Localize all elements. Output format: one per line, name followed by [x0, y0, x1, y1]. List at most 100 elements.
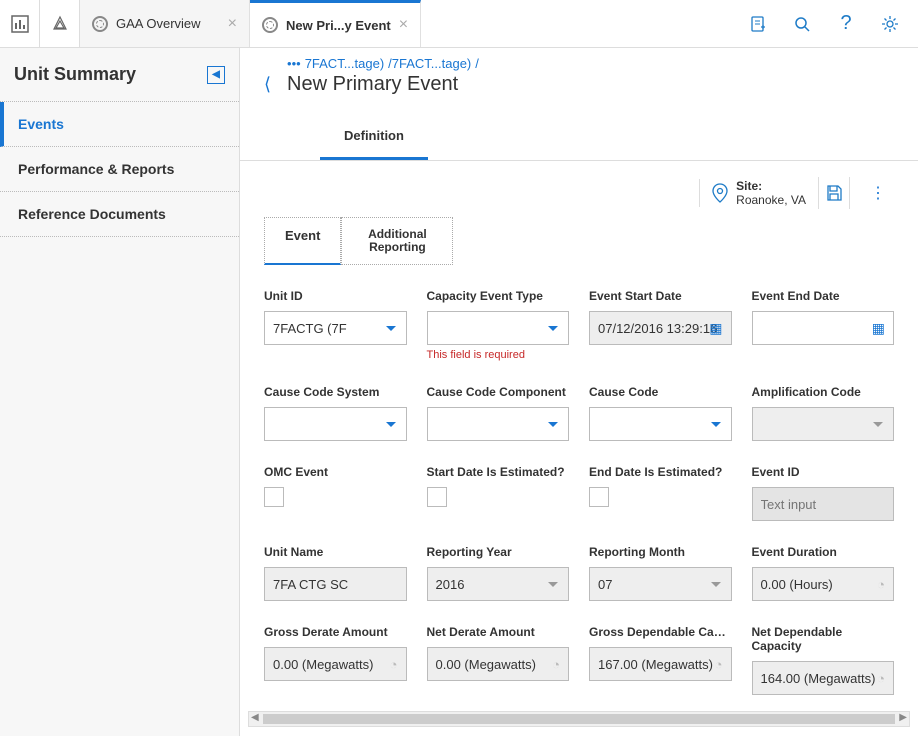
subtabs: Event Additional Reporting: [240, 217, 918, 265]
validation-error: This field is required: [427, 349, 570, 361]
breadcrumb-row: ⟨ ••• 7FACT...tage) /7FACT...tage) / New…: [240, 48, 918, 96]
cause-code-select[interactable]: [589, 407, 732, 441]
omc-event-checkbox[interactable]: [264, 487, 284, 507]
field-label: Gross Dependable Capa...: [589, 625, 732, 639]
cause-code-component-select[interactable]: [427, 407, 570, 441]
capacity-event-type-select[interactable]: [427, 311, 570, 345]
event-start-date-input[interactable]: 07/12/2016 13:29:16 ▦: [589, 311, 732, 345]
search-icon[interactable]: [782, 15, 822, 33]
help-icon[interactable]: ?: [826, 12, 866, 35]
event-end-date-input[interactable]: ▦: [752, 311, 895, 345]
field-label: Unit ID: [264, 289, 407, 303]
field-cause-code-system: Cause Code System: [264, 385, 407, 441]
field-omc-event: OMC Event: [264, 465, 407, 521]
field-gross-dependable: Gross Dependable Capa... 167.00 (Megawat…: [589, 625, 732, 695]
field-event-duration: Event Duration 0.00 (Hours) ◔: [752, 545, 895, 601]
sidebar-item-reference[interactable]: Reference Documents: [0, 192, 239, 237]
amplification-code-select[interactable]: [752, 407, 895, 441]
tab-icon: [92, 16, 108, 32]
field-label: Gross Derate Amount: [264, 625, 407, 639]
site-row: Site: Roanoke, VA ⋮: [240, 161, 918, 217]
tab-label: GAA Overview: [116, 16, 201, 31]
back-arrow-icon[interactable]: ⟨: [264, 56, 271, 95]
gear-icon[interactable]: [870, 14, 910, 34]
reporting-year-select: 2016: [427, 567, 570, 601]
field-label: Start Date Is Estimated?: [427, 465, 570, 479]
breadcrumb-dots: •••: [287, 56, 301, 71]
sidebar-item-label: Reference Documents: [18, 206, 166, 222]
field-label: Net Dependable Capacity: [752, 625, 895, 653]
event-id-input: [752, 487, 895, 521]
sidebar-collapse-icon[interactable]: ◀: [207, 66, 225, 84]
field-label: Cause Code System: [264, 385, 407, 399]
field-label: Cause Code Component: [427, 385, 570, 399]
breadcrumb[interactable]: ••• 7FACT...tage) /7FACT...tage) /: [287, 56, 894, 71]
field-label: Unit Name: [264, 545, 407, 559]
field-gross-derate: Gross Derate Amount 0.00 (Megawatts) ◔: [264, 625, 407, 695]
field-label: Event End Date: [752, 289, 895, 303]
tab-definition[interactable]: Definition: [320, 114, 428, 160]
close-icon[interactable]: ×: [399, 16, 408, 34]
unit-id-select[interactable]: 7FACTG (7F: [264, 311, 407, 345]
field-unit-id: Unit ID 7FACTG (7F: [264, 289, 407, 361]
net-dependable-input: 164.00 (Megawatts) ◔: [752, 661, 895, 695]
field-cause-code: Cause Code: [589, 385, 732, 441]
field-start-estimated: Start Date Is Estimated?: [427, 465, 570, 521]
site-value: Roanoke, VA: [736, 193, 806, 207]
sidebar-item-events[interactable]: Events: [0, 102, 239, 147]
end-estimated-checkbox[interactable]: [589, 487, 609, 507]
field-event-start-date: Event Start Date 07/12/2016 13:29:16 ▦: [589, 289, 732, 361]
tab-gaa-overview[interactable]: GAA Overview ×: [80, 0, 250, 47]
field-label: End Date Is Estimated?: [589, 465, 732, 479]
form-area: Unit ID 7FACTG (7F Capacity Event Type T…: [240, 265, 918, 711]
tab-new-primary-event[interactable]: New Pri...y Event ×: [250, 0, 421, 47]
save-icon[interactable]: [818, 177, 850, 209]
content: ⟨ ••• 7FACT...tage) /7FACT...tage) / New…: [240, 48, 918, 736]
field-label: OMC Event: [264, 465, 407, 479]
horizontal-scrollbar[interactable]: [248, 711, 910, 727]
gross-dependable-input: 167.00 (Megawatts) ◔: [589, 647, 732, 681]
field-label: Reporting Year: [427, 545, 570, 559]
clipboard-icon[interactable]: [738, 15, 778, 33]
field-reporting-year: Reporting Year 2016: [427, 545, 570, 601]
field-label: Net Derate Amount: [427, 625, 570, 639]
field-end-estimated: End Date Is Estimated?: [589, 465, 732, 521]
field-label: Reporting Month: [589, 545, 732, 559]
field-capacity-event-type: Capacity Event Type This field is requir…: [427, 289, 570, 361]
more-menu-icon[interactable]: ⋮: [862, 177, 894, 209]
calendar-icon[interactable]: ▦: [709, 320, 722, 337]
tab-icon: [262, 17, 278, 33]
net-derate-input: 0.00 (Megawatts) ◔: [427, 647, 570, 681]
subtab-additional-reporting[interactable]: Additional Reporting: [341, 217, 453, 265]
sidebar-item-performance[interactable]: Performance & Reports: [0, 147, 239, 192]
field-amplification-code: Amplification Code: [752, 385, 895, 441]
field-label: Amplification Code: [752, 385, 895, 399]
event-duration-input: 0.00 (Hours) ◔: [752, 567, 895, 601]
field-cause-code-component: Cause Code Component: [427, 385, 570, 441]
field-label: Event ID: [752, 465, 895, 479]
gauge-icon: ◔: [877, 671, 885, 686]
field-unit-name: Unit Name 7FA CTG SC: [264, 545, 407, 601]
hierarchy-icon[interactable]: [40, 0, 80, 47]
topbar: GAA Overview × New Pri...y Event × ?: [0, 0, 918, 48]
sidebar-title: Unit Summary: [14, 64, 136, 85]
scrollbar-thumb[interactable]: [263, 714, 895, 724]
breadcrumb-tail: /: [475, 56, 479, 71]
reporting-month-select: 07: [589, 567, 732, 601]
calendar-icon[interactable]: ▦: [872, 320, 885, 337]
site-block: Site: Roanoke, VA: [699, 179, 806, 207]
breadcrumb-seg: 7FACT...tage): [305, 56, 384, 71]
sidebar: Unit Summary ◀ Events Performance & Repo…: [0, 48, 240, 736]
sidebar-item-label: Events: [18, 116, 64, 132]
field-net-derate: Net Derate Amount 0.00 (Megawatts) ◔: [427, 625, 570, 695]
close-icon[interactable]: ×: [228, 15, 237, 33]
gauge-icon: ◔: [877, 577, 885, 592]
subtab-event[interactable]: Event: [264, 217, 341, 265]
location-pin-icon: [712, 183, 728, 203]
gauge-icon: ◔: [390, 657, 398, 672]
start-estimated-checkbox[interactable]: [427, 487, 447, 507]
dashboard-icon[interactable]: [0, 0, 40, 47]
definition-tabs: Definition: [240, 114, 918, 161]
field-reporting-month: Reporting Month 07: [589, 545, 732, 601]
cause-code-system-select[interactable]: [264, 407, 407, 441]
